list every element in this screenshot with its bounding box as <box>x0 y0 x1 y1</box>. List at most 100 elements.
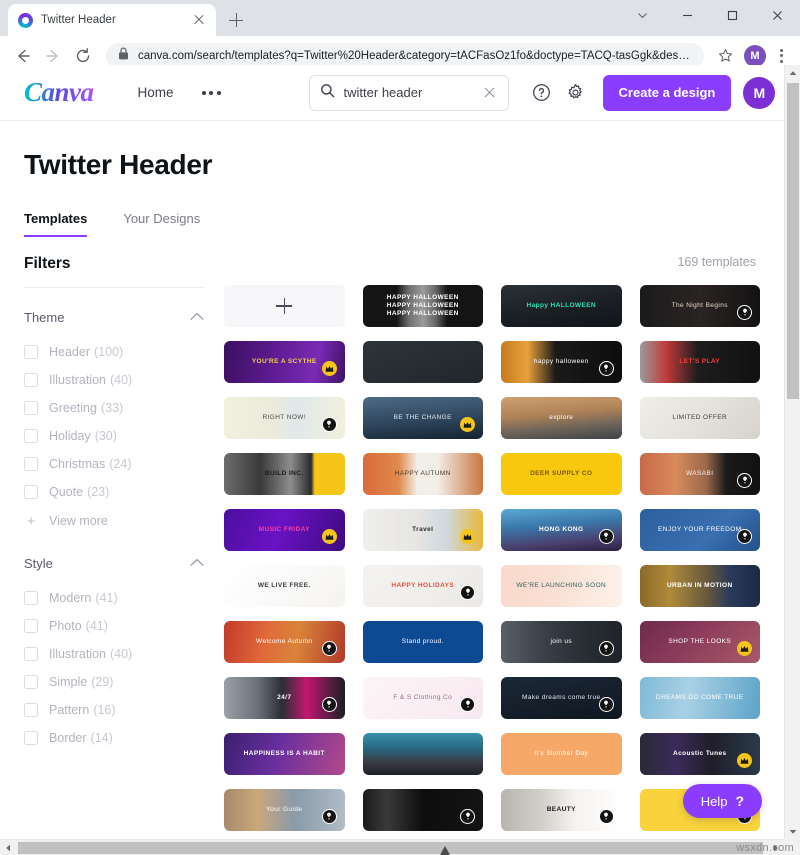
template-card[interactable]: RIGHT NOW! <box>224 397 345 439</box>
filter-option-label: Modern <box>49 591 92 605</box>
filter-option-modern[interactable]: Modern (41) <box>24 584 204 612</box>
template-card[interactable]: BUILD INC. <box>224 453 345 495</box>
filter-option-holiday[interactable]: Holiday (30) <box>24 422 204 450</box>
template-card[interactable]: Happy HALLOWEEN <box>501 285 622 327</box>
template-card[interactable]: 24/7 <box>224 677 345 719</box>
help-button[interactable]: Help ? <box>682 784 762 818</box>
template-card[interactable] <box>362 341 483 383</box>
horizontal-scrollbar[interactable] <box>0 839 784 855</box>
checkbox[interactable] <box>24 731 38 745</box>
template-card[interactable]: ENJOY YOUR FREEDOM <box>639 509 760 551</box>
checkbox[interactable] <box>24 703 38 717</box>
filter-group-style: Style Modern (41) Photo (41) Illustratio… <box>24 554 204 752</box>
filter-option-greeting[interactable]: Greeting (33) <box>24 394 204 422</box>
vertical-scrollbar-thumb[interactable] <box>787 83 799 399</box>
filter-option-label: Pattern <box>49 703 90 717</box>
filter-option-photo[interactable]: Photo (41) <box>24 612 204 640</box>
tab-your-designs[interactable]: Your Designs <box>123 211 200 237</box>
user-avatar[interactable]: M <box>743 76 776 109</box>
template-card[interactable]: It's Slumber Day <box>501 733 622 775</box>
template-card[interactable]: Make dreams come true <box>501 677 622 719</box>
checkbox[interactable] <box>24 591 38 605</box>
template-card[interactable]: WE'RE LAUNCHING SOON <box>501 565 622 607</box>
template-card[interactable]: Welcome Autumn <box>224 621 345 663</box>
template-card[interactable]: BE THE CHANGE <box>362 397 483 439</box>
template-card[interactable]: URBAN IN MOTION <box>639 565 760 607</box>
scroll-down-arrow-icon[interactable] <box>785 824 800 840</box>
template-card[interactable]: LIMITED OFFER <box>639 397 760 439</box>
filter-option-count: (24) <box>109 457 132 471</box>
template-card[interactable]: Acoustic Tunes <box>639 733 760 775</box>
template-card[interactable]: WE LIVE FREE. <box>224 565 345 607</box>
gear-icon[interactable] <box>559 76 593 110</box>
template-card[interactable]: HAPPINESS IS A HABIT <box>224 733 345 775</box>
checkbox[interactable] <box>24 485 38 499</box>
template-card[interactable]: explore <box>501 397 622 439</box>
filter-group-style-label: Style <box>24 555 53 571</box>
filter-option-illustration-style[interactable]: Illustration (40) <box>24 640 204 668</box>
template-card[interactable]: Stand proud. <box>362 621 483 663</box>
filter-group-theme-header[interactable]: Theme <box>24 308 204 326</box>
tab-templates[interactable]: Templates <box>24 211 88 237</box>
template-card[interactable]: Travel <box>362 509 483 551</box>
question-circle-icon[interactable] <box>525 76 559 110</box>
template-card[interactable]: F & S Clothing Co <box>362 677 483 719</box>
filter-option-header[interactable]: Header (100) <box>24 338 204 366</box>
chrome-profile-avatar[interactable]: M <box>744 44 766 67</box>
canva-logo[interactable]: Canva <box>24 77 94 108</box>
template-card[interactable]: HAPPY AUTUMN <box>362 453 483 495</box>
scroll-left-arrow-icon[interactable] <box>0 840 16 855</box>
checkbox[interactable] <box>24 647 38 661</box>
scroll-up-arrow-icon[interactable] <box>785 65 800 81</box>
template-card[interactable]: HAPPY HOLIDAYS <box>362 565 483 607</box>
filter-option-pattern[interactable]: Pattern (16) <box>24 696 204 724</box>
filter-option-simple[interactable]: Simple (29) <box>24 668 204 696</box>
template-card[interactable]: HAPPY HALLOWEEN HAPPY HALLOWEEN HAPPY HA… <box>362 285 483 327</box>
filter-option-illustration[interactable]: Illustration (40) <box>24 366 204 394</box>
nav-home-link[interactable]: Home <box>138 85 174 100</box>
new-tab-button[interactable] <box>222 6 250 34</box>
browser-tab[interactable]: Twitter Header <box>8 4 216 36</box>
chevron-down-icon[interactable] <box>620 0 665 30</box>
horizontal-scrollbar-thumb[interactable] <box>18 842 763 854</box>
create-design-button[interactable]: Create a design <box>602 74 732 111</box>
more-dots-icon[interactable] <box>201 90 221 95</box>
add-new-template-card[interactable] <box>224 285 345 327</box>
template-card[interactable]: DEER SUPPLY CO <box>501 453 622 495</box>
template-card[interactable]: Your Guide <box>224 789 345 831</box>
vertical-scrollbar[interactable] <box>784 65 800 840</box>
template-card[interactable]: YOU'RE A SCYTHE <box>224 341 345 383</box>
template-card[interactable]: MUSIC FRIDAY <box>224 509 345 551</box>
filter-group-style-header[interactable]: Style <box>24 554 204 572</box>
minimize-icon[interactable] <box>665 0 710 30</box>
checkbox[interactable] <box>24 619 38 633</box>
template-card[interactable]: HONG KONG <box>501 509 622 551</box>
template-card[interactable]: DREAMS DO COME TRUE <box>639 677 760 719</box>
checkbox[interactable] <box>24 429 38 443</box>
checkbox[interactable] <box>24 675 38 689</box>
template-card[interactable]: happy halloween <box>501 341 622 383</box>
template-card[interactable]: WASABI <box>639 453 760 495</box>
maximize-icon[interactable] <box>710 0 755 30</box>
search-input[interactable]: twitter header <box>308 74 509 111</box>
checkbox[interactable] <box>24 373 38 387</box>
checkbox[interactable] <box>24 457 38 471</box>
checkbox[interactable] <box>24 345 38 359</box>
template-card[interactable]: The Night Begins <box>639 285 760 327</box>
chevron-up-icon <box>190 554 204 572</box>
template-card[interactable]: join us <box>501 621 622 663</box>
filter-option-border[interactable]: Border (14) <box>24 724 204 752</box>
template-card[interactable] <box>362 733 483 775</box>
template-card[interactable]: SHOP THE LOOKS <box>639 621 760 663</box>
window-close-icon[interactable] <box>755 0 800 30</box>
filter-option-quote[interactable]: Quote (23) <box>24 478 204 506</box>
view-more-button[interactable]: + View more <box>24 508 204 534</box>
checkbox[interactable] <box>24 401 38 415</box>
template-card[interactable]: LET'S PLAY <box>639 341 760 383</box>
template-card[interactable]: BEAUTY <box>501 789 622 831</box>
filter-option-christmas[interactable]: Christmas (24) <box>24 450 204 478</box>
clear-icon[interactable] <box>482 85 498 101</box>
tab-close-icon[interactable] <box>190 11 208 29</box>
filters-divider <box>24 287 204 288</box>
template-card[interactable] <box>362 789 483 831</box>
